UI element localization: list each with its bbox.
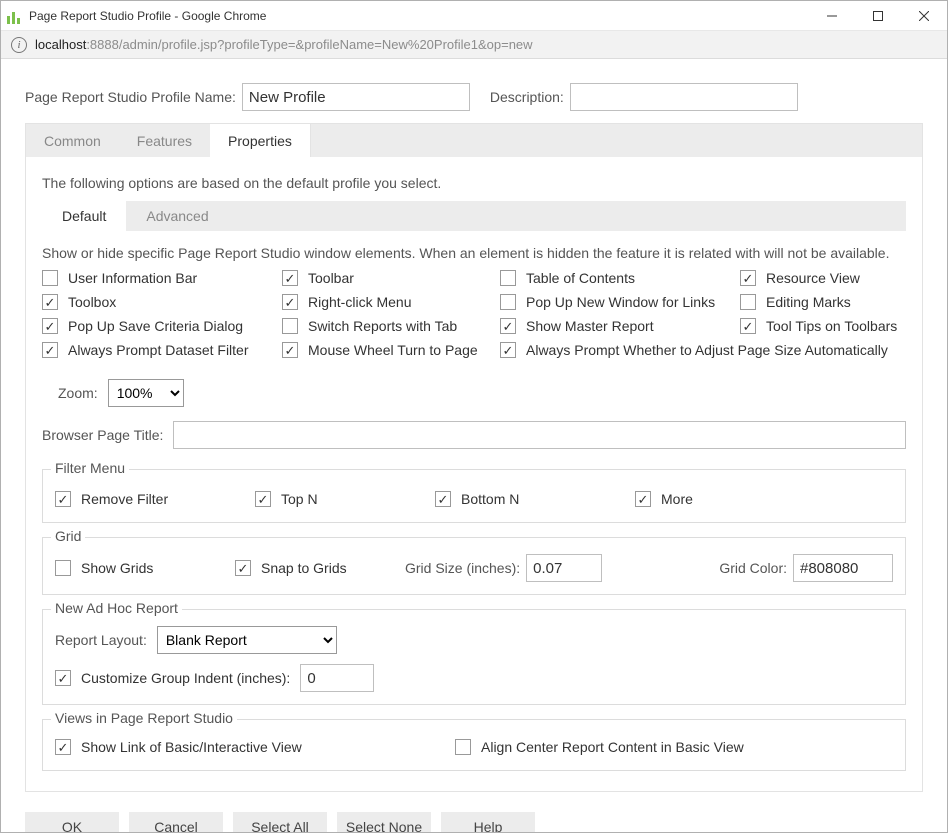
zoom-select[interactable]: 100% <box>108 379 184 407</box>
page-title-row: Browser Page Title: <box>42 421 906 449</box>
sub-tabs: Default Advanced <box>42 201 906 231</box>
fieldset-adhoc: New Ad Hoc Report Report Layout: Blank R… <box>42 609 906 705</box>
minimize-button[interactable] <box>809 1 855 31</box>
footer-buttons: OK Cancel Select All Select None Help <box>25 812 923 832</box>
help-button[interactable]: Help <box>441 812 535 832</box>
chk-customize-indent[interactable]: Customize Group Indent (inches): <box>55 667 290 689</box>
tab-properties[interactable]: Properties <box>210 124 311 157</box>
grid-size-label: Grid Size (inches): <box>405 560 520 576</box>
tab-common[interactable]: Common <box>26 124 119 157</box>
address-bar: i localhost:8888/admin/profile.jsp?profi… <box>1 31 947 59</box>
properties-panel: The following options are based on the d… <box>25 157 923 792</box>
default-panel: Show or hide specific Page Report Studio… <box>42 231 906 771</box>
description-label: Description: <box>490 89 564 105</box>
chk-mouse-wheel-page[interactable]: Mouse Wheel Turn to Page <box>282 339 500 361</box>
select-all-button[interactable]: Select All <box>233 812 327 832</box>
window-title: Page Report Studio Profile - Google Chro… <box>29 9 266 23</box>
chk-align-center[interactable]: Align Center Report Content in Basic Vie… <box>455 736 893 758</box>
chk-popup-new-window[interactable]: Pop Up New Window for Links <box>500 291 740 313</box>
fieldset-filter-menu: Filter Menu Remove Filter Top N Bottom N… <box>42 469 906 523</box>
hint-text: Show or hide specific Page Report Studio… <box>42 245 906 261</box>
zoom-label: Zoom: <box>58 385 98 401</box>
chk-table-of-contents[interactable]: Table of Contents <box>500 267 740 289</box>
address-path: :8888/admin/profile.jsp?profileType=&pro… <box>86 37 532 52</box>
description-input[interactable] <box>570 83 798 111</box>
grid-size-input[interactable] <box>526 554 602 582</box>
chk-popup-save-criteria[interactable]: Pop Up Save Criteria Dialog <box>42 315 282 337</box>
chk-more[interactable]: More <box>635 488 835 510</box>
close-button[interactable] <box>901 1 947 31</box>
chk-bottom-n[interactable]: Bottom N <box>435 488 635 510</box>
maximize-button[interactable] <box>855 1 901 31</box>
legend-views: Views in Page Report Studio <box>51 710 237 726</box>
chk-toolbox[interactable]: Toolbox <box>42 291 282 313</box>
fieldset-grid: Grid Show Grids Snap to Grids Grid Size … <box>42 537 906 595</box>
legend-adhoc: New Ad Hoc Report <box>51 600 182 616</box>
indent-input[interactable] <box>300 664 374 692</box>
chk-remove-filter[interactable]: Remove Filter <box>55 488 255 510</box>
grid-color-input[interactable] <box>793 554 893 582</box>
page-title-label: Browser Page Title: <box>42 427 163 443</box>
chk-user-info-bar[interactable]: User Information Bar <box>42 267 282 289</box>
chk-snap-grids[interactable]: Snap to Grids <box>235 557 375 579</box>
info-icon[interactable]: i <box>11 37 27 53</box>
chk-show-grids[interactable]: Show Grids <box>55 557 205 579</box>
legend-grid: Grid <box>51 528 85 544</box>
main-tabs: Common Features Properties <box>25 123 923 157</box>
fieldset-views: Views in Page Report Studio Show Link of… <box>42 719 906 771</box>
subtab-default[interactable]: Default <box>42 201 126 231</box>
chk-toolbar[interactable]: Toolbar <box>282 267 500 289</box>
tab-features[interactable]: Features <box>119 124 210 157</box>
chk-always-prompt-dataset[interactable]: Always Prompt Dataset Filter <box>42 339 282 361</box>
option-grid: User Information Bar Toolbar Table of Co… <box>42 267 906 361</box>
legend-filter-menu: Filter Menu <box>51 460 129 476</box>
report-layout-select[interactable]: Blank Report <box>157 626 337 654</box>
chk-switch-reports-tab[interactable]: Switch Reports with Tab <box>282 315 500 337</box>
chk-editing-marks[interactable]: Editing Marks <box>740 291 910 313</box>
cancel-button[interactable]: Cancel <box>129 812 223 832</box>
chk-always-prompt-adjust[interactable]: Always Prompt Whether to Adjust Page Siz… <box>500 339 910 361</box>
content: Page Report Studio Profile Name: Descrip… <box>1 59 947 832</box>
report-layout-label: Report Layout: <box>55 632 147 648</box>
page-title-input[interactable] <box>173 421 906 449</box>
chk-resource-view[interactable]: Resource View <box>740 267 910 289</box>
titlebar: Page Report Studio Profile - Google Chro… <box>1 1 947 31</box>
chk-top-n[interactable]: Top N <box>255 488 435 510</box>
profile-name-label: Page Report Studio Profile Name: <box>25 89 236 105</box>
subtab-advanced[interactable]: Advanced <box>126 201 228 231</box>
chk-tooltips-toolbars[interactable]: Tool Tips on Toolbars <box>740 315 910 337</box>
ok-button[interactable]: OK <box>25 812 119 832</box>
zoom-row: Zoom: 100% <box>42 379 906 407</box>
profile-row: Page Report Studio Profile Name: Descrip… <box>25 83 923 111</box>
intro-text: The following options are based on the d… <box>42 175 906 191</box>
profile-name-input[interactable] <box>242 83 470 111</box>
chk-show-master-report[interactable]: Show Master Report <box>500 315 740 337</box>
address-host: localhost <box>35 37 86 52</box>
grid-color-label: Grid Color: <box>719 560 787 576</box>
chk-show-link[interactable]: Show Link of Basic/Interactive View <box>55 736 455 758</box>
app-icon <box>7 8 23 24</box>
window: Page Report Studio Profile - Google Chro… <box>0 0 948 833</box>
chk-right-click-menu[interactable]: Right-click Menu <box>282 291 500 313</box>
select-none-button[interactable]: Select None <box>337 812 431 832</box>
